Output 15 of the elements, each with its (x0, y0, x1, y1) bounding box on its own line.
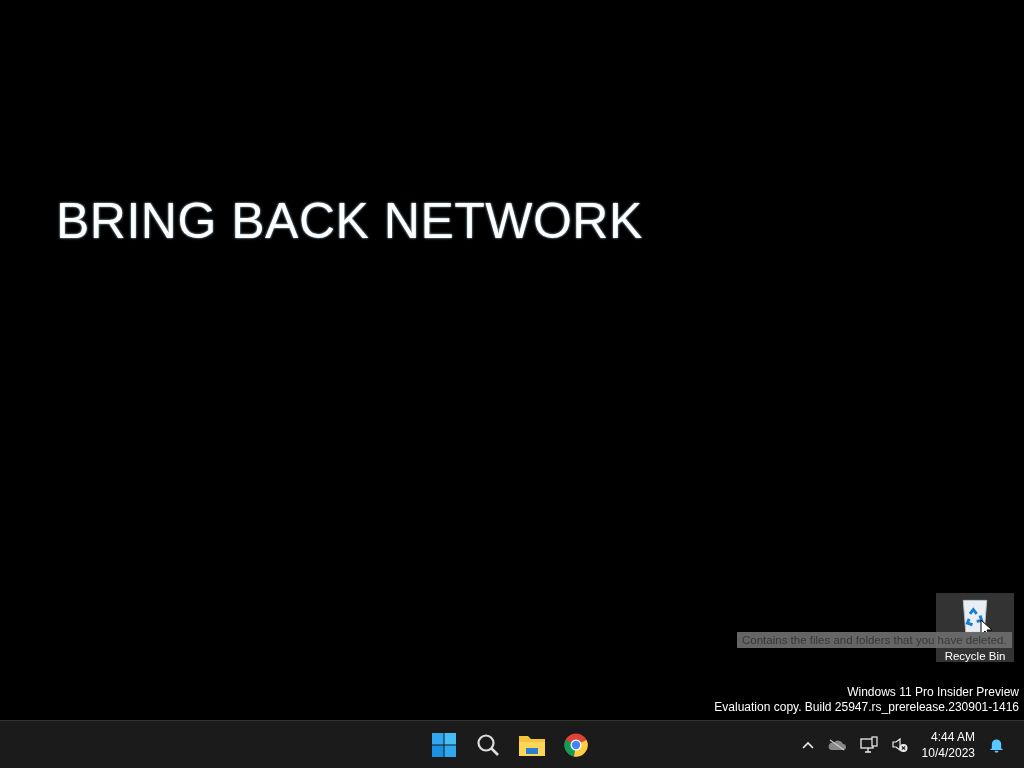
cloud-off-icon[interactable] (827, 738, 846, 751)
search-icon[interactable] (476, 732, 500, 757)
chevron-up-icon[interactable] (801, 740, 814, 749)
desktop-banner-text: BRING BACK NETWORK (56, 192, 643, 250)
watermark-text: Evaluation copy. Build 25947.rs_prerelease.230901-1416 (714, 700, 1019, 715)
folder-icon[interactable] (519, 733, 545, 756)
time-text: 4:44 AM (930, 728, 975, 745)
speaker-muted-icon[interactable] (891, 736, 908, 753)
date-text: 10/4/2023 (921, 744, 975, 761)
network-icon[interactable] (859, 735, 878, 754)
bell-icon[interactable] (989, 736, 1004, 753)
browser-icon[interactable] (564, 732, 588, 757)
clock[interactable]: 4:44 AM 10/4/2023 (921, 728, 975, 761)
start-button[interactable] (432, 732, 456, 757)
watermark-text: Windows 11 Pro Insider Preview (847, 685, 1019, 700)
